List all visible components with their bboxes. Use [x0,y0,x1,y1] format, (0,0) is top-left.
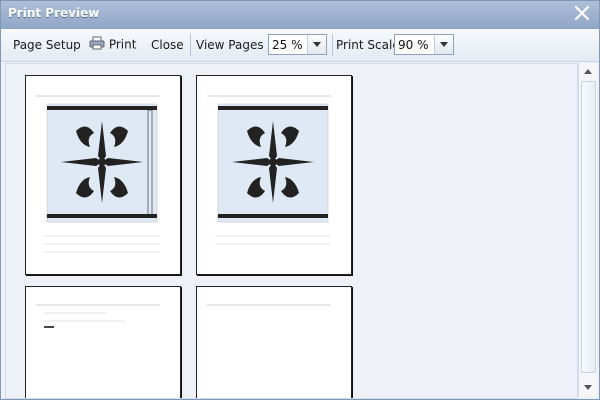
view-pages-value: 25 % [272,38,303,52]
preview-area[interactable] [5,63,578,399]
preview-page-3[interactable] [25,286,181,398]
chevron-down-icon[interactable] [434,35,453,54]
scroll-up-arrow-icon[interactable] [579,64,597,80]
print-scale-value: 90 % [398,38,429,52]
close-icon[interactable] [573,4,591,22]
toolbar-separator [332,34,333,56]
title-bar[interactable]: Print Preview [1,1,599,30]
window-title: Print Preview [8,6,100,20]
close-button[interactable]: Close [151,38,184,52]
preview-page-1[interactable] [25,75,181,275]
page-thumbnail-lines [207,304,331,306]
page-thumbnail-pattern [207,95,331,245]
page-thumbnail-pattern [36,95,160,253]
print-button-label: Print [108,37,137,52]
page-thumbnail-lines [36,304,160,328]
scrollbar-thumb[interactable] [581,81,596,373]
page-setup-button[interactable]: Page Setup [13,38,81,52]
toolbar: Page Setup Print Close View Pages at 25 … [1,29,599,62]
preview-page-2[interactable] [196,75,352,275]
print-button[interactable]: Print [89,36,136,53]
view-pages-label: View Pages at [196,38,280,52]
view-pages-combo[interactable]: 25 % [268,34,327,55]
toolbar-separator [190,34,191,56]
preview-page-4[interactable] [196,286,352,398]
scroll-down-arrow-icon[interactable] [579,379,597,395]
printer-icon [89,36,105,53]
print-preview-window: Print Preview Page Setup Print Close Vie… [0,0,600,400]
print-scale-combo[interactable]: 90 % [394,34,454,55]
vertical-scrollbar[interactable] [578,63,597,397]
chevron-down-icon[interactable] [307,35,326,54]
